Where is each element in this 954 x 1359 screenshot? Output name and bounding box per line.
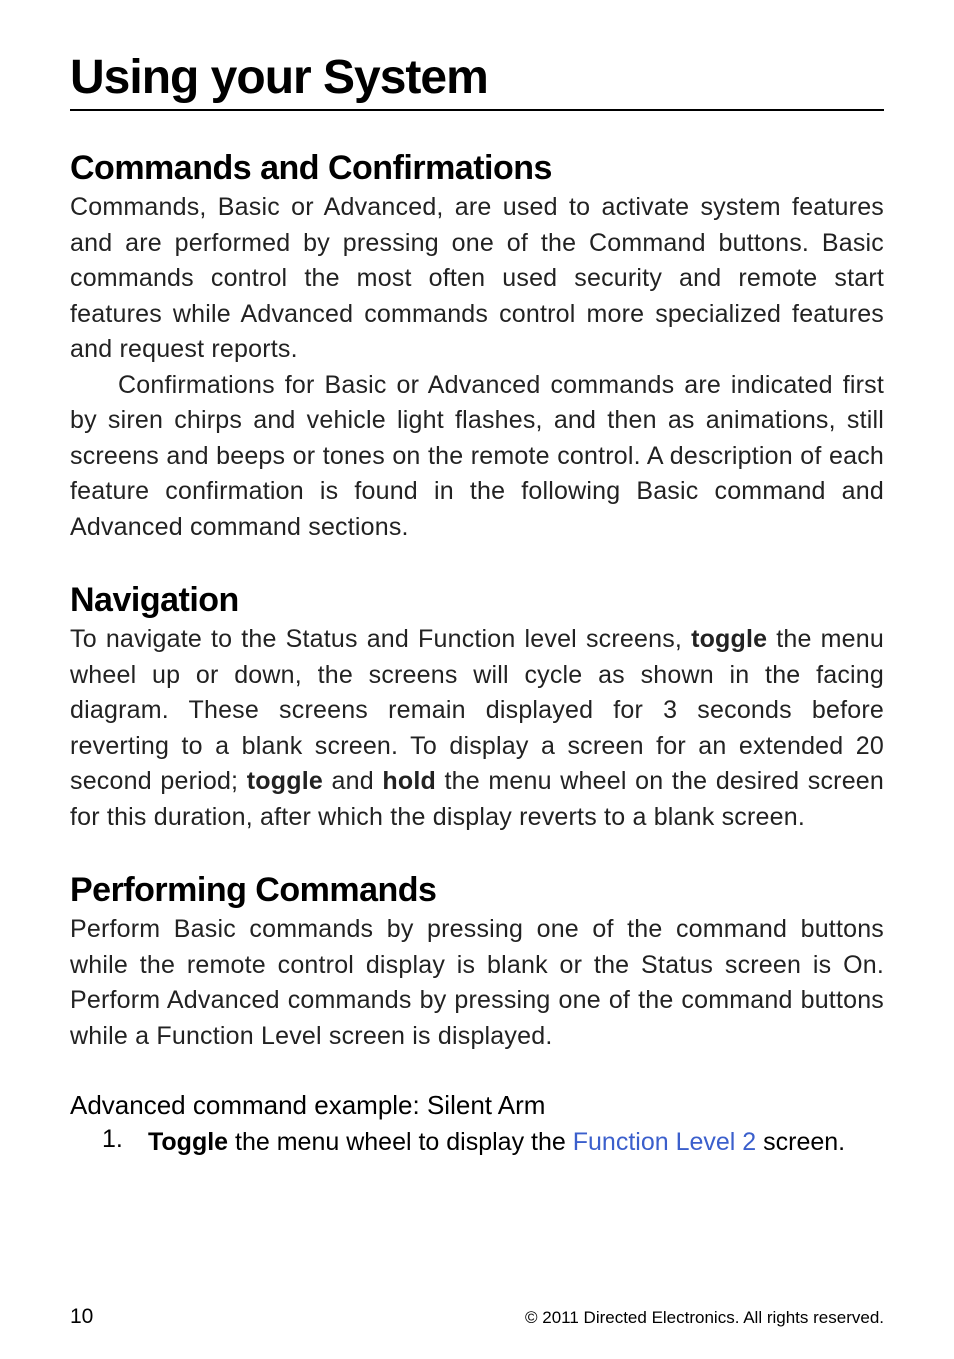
advanced-example-heading: Advanced command example: Silent Arm — [70, 1090, 884, 1121]
commands-paragraph-2: Confirmations for Basic or Advanced comm… — [70, 368, 884, 546]
list-item-1: 1. Toggle the menu wheel to display the … — [70, 1125, 884, 1161]
nav-toggle-1: toggle — [691, 625, 767, 653]
sub-heading-navigation: Navigation — [70, 581, 884, 620]
list-toggle: Toggle — [148, 1128, 228, 1156]
navigation-paragraph: To navigate to the Status and Function l… — [70, 622, 884, 835]
section-navigation: Navigation To navigate to the Status and… — [70, 581, 884, 835]
section-performing-commands: Performing Commands Perform Basic comman… — [70, 871, 884, 1161]
list-text-2: screen. — [756, 1128, 845, 1156]
section-commands-confirmations: Commands and Confirmations Commands, Bas… — [70, 149, 884, 545]
list-number-1: 1. — [102, 1125, 148, 1161]
nav-hold: hold — [382, 767, 436, 795]
page-footer: 10 © 2011 Directed Electronics. All righ… — [70, 1305, 884, 1329]
nav-text-3: and — [323, 767, 382, 795]
nav-text-1: To navigate to the Status and Function l… — [70, 625, 691, 653]
list-text-1: the menu wheel to display the — [228, 1128, 573, 1156]
main-heading: Using your System — [70, 50, 884, 111]
page-number: 10 — [70, 1305, 93, 1329]
function-level-link[interactable]: Function Level 2 — [573, 1128, 756, 1156]
list-content-1: Toggle the menu wheel to display the Fun… — [148, 1125, 845, 1161]
sub-heading-performing: Performing Commands — [70, 871, 884, 910]
nav-toggle-2: toggle — [247, 767, 323, 795]
sub-heading-commands: Commands and Confirmations — [70, 149, 884, 188]
performing-paragraph: Perform Basic commands by pressing one o… — [70, 912, 884, 1054]
commands-paragraph-1: Commands, Basic or Advanced, are used to… — [70, 190, 884, 368]
copyright-text: © 2011 Directed Electronics. All rights … — [525, 1308, 884, 1328]
